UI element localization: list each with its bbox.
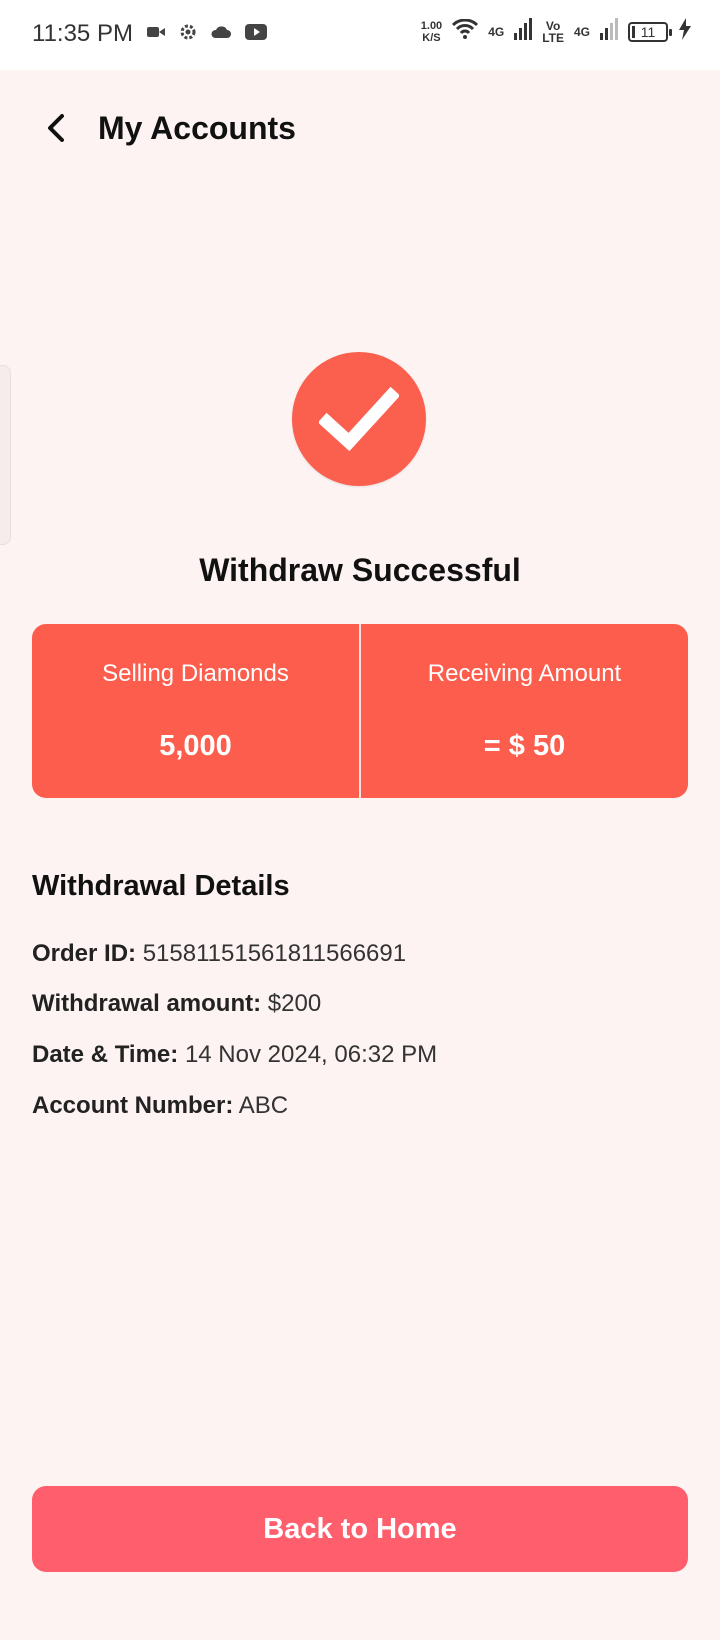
- order-id-label: Order ID:: [32, 940, 137, 967]
- receiving-amount-value: = $ 50: [483, 730, 566, 762]
- volte-bottom: LTE: [542, 30, 564, 45]
- date-time-value: 14 Nov 2024, 06:32 PM: [184, 1041, 438, 1068]
- network-speed-value: 1.00: [420, 19, 443, 32]
- side-drawer-handle[interactable]: [0, 365, 11, 545]
- battery-level: 11: [640, 23, 656, 40]
- page-title: My Accounts: [98, 110, 296, 146]
- youtube-icon: [244, 23, 268, 41]
- back-to-home-button[interactable]: Back to Home: [32, 1486, 688, 1572]
- battery-icon: 11: [628, 21, 672, 42]
- signal-icon: [514, 18, 533, 45]
- receiving-amount-cell: Receiving Amount = $ 50: [361, 624, 688, 798]
- selling-diamonds-value: 5,000: [159, 730, 232, 762]
- status-right-icons: 1.00 K/S 4G Vo LTE 4G 11: [421, 18, 692, 45]
- volte-top: Vo: [545, 18, 561, 33]
- volte-indicator: Vo LTE: [542, 20, 564, 44]
- success-badge: [292, 352, 426, 486]
- charging-icon: [678, 18, 692, 45]
- network-type-1: 4G: [488, 24, 505, 39]
- network-speed: 1.00 K/S: [421, 20, 442, 44]
- order-id-row: Order ID: 51581151561811566691: [32, 940, 406, 968]
- video-camera-icon: [146, 24, 166, 40]
- account-number-row: Account Number: ABC: [32, 1092, 288, 1120]
- network-type-2: 4G: [573, 24, 590, 39]
- signal-weak-icon: [600, 18, 618, 45]
- status-time: 11:35 PM: [32, 20, 133, 47]
- receiving-amount-label: Receiving Amount: [427, 660, 622, 687]
- status-left-icons: [146, 22, 268, 42]
- selling-diamonds-cell: Selling Diamonds 5,000: [32, 624, 359, 798]
- success-title: Withdraw Successful: [199, 552, 521, 588]
- network-speed-unit: K/S: [422, 31, 441, 44]
- wifi-icon: [452, 18, 479, 44]
- date-time-label: Date & Time:: [32, 1041, 179, 1068]
- check-icon: [319, 386, 399, 452]
- withdraw-summary-card: Selling Diamonds 5,000 Receiving Amount …: [32, 624, 688, 798]
- account-number-value: ABC: [238, 1092, 289, 1119]
- withdrawal-amount-label: Withdrawal amount:: [32, 990, 262, 1017]
- withdrawal-amount-value: $200: [267, 990, 322, 1017]
- cloud-icon: [210, 24, 232, 40]
- chevron-left-icon: [48, 114, 64, 142]
- order-id-value: 51581151561811566691: [142, 940, 407, 967]
- status-bar: 11:35 PM 1.00 K/S 4G Vo LTE 4G 11: [0, 0, 720, 70]
- app-header: My Accounts: [0, 70, 720, 190]
- selling-diamonds-label: Selling Diamonds: [102, 660, 289, 687]
- settings-gear-icon: [178, 22, 198, 42]
- withdrawal-amount-row: Withdrawal amount: $200: [32, 990, 321, 1018]
- date-time-row: Date & Time: 14 Nov 2024, 06:32 PM: [32, 1041, 437, 1069]
- back-button[interactable]: [36, 106, 80, 150]
- account-number-label: Account Number:: [32, 1092, 234, 1119]
- withdrawal-details-title: Withdrawal Details: [32, 870, 290, 902]
